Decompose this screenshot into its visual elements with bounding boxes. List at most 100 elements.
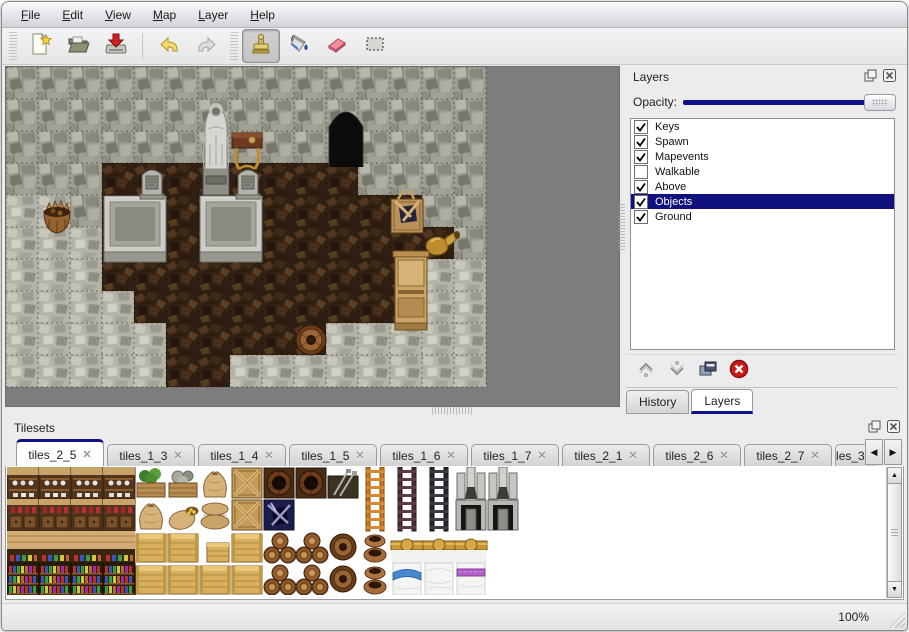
tileset-tab-tiles_1_4[interactable]: tiles_1_4✕: [198, 444, 286, 466]
fill-tool-button[interactable]: [280, 29, 318, 63]
new-file-button[interactable]: [21, 29, 59, 63]
tile-shelf-dishes[interactable]: [7, 467, 39, 499]
redo-button[interactable]: [188, 29, 226, 63]
layer-row-keys[interactable]: Keys: [631, 119, 894, 134]
tile-shelf-wood-top[interactable]: [39, 531, 71, 563]
opacity-slider[interactable]: [679, 93, 896, 111]
tile-arch-doorway[interactable]: [456, 500, 486, 530]
eraser-tool-button[interactable]: [318, 29, 356, 63]
float-icon[interactable]: [868, 420, 881, 433]
tileset-tab-tiles_1_7[interactable]: tiles_1_7✕: [471, 444, 559, 466]
tile-shelf-bottles[interactable]: [103, 563, 135, 595]
tile-bed-white[interactable]: [425, 563, 453, 595]
tileset-tab-tiles_1_5[interactable]: tiles_1_5✕: [289, 444, 377, 466]
layer-row-ground[interactable]: Ground: [631, 209, 894, 224]
duplicate-layer-button[interactable]: [697, 360, 719, 382]
tab-scroll-right-icon[interactable]: ▶: [884, 439, 902, 465]
tile-shelf-bottles[interactable]: [71, 563, 103, 595]
tile-crate-yellow[interactable]: [168, 534, 198, 562]
tile-shelf-wood-top[interactable]: [7, 531, 39, 563]
opacity-slider-handle[interactable]: [864, 94, 896, 111]
stamp-tool-button[interactable]: [242, 29, 280, 63]
tile-crate-yellow[interactable]: [232, 534, 262, 562]
layer-visibility-checkbox[interactable]: [634, 120, 648, 134]
tile-barrel-top-dark[interactable]: [264, 468, 294, 498]
tile-crate-x[interactable]: [232, 468, 262, 498]
close-tab-icon[interactable]: ✕: [82, 448, 91, 461]
map-canvas[interactable]: [5, 66, 620, 407]
save-file-button[interactable]: [97, 29, 135, 63]
close-icon[interactable]: [883, 69, 896, 82]
close-icon[interactable]: [887, 420, 900, 433]
tile-crate-yellow[interactable]: [168, 566, 198, 594]
menu-map[interactable]: Map: [144, 5, 185, 25]
tile-crate-yellow-small[interactable]: [207, 543, 229, 562]
undo-button[interactable]: [150, 29, 188, 63]
close-tab-icon[interactable]: ✕: [537, 449, 546, 462]
close-tab-icon[interactable]: ✕: [628, 449, 637, 462]
menu-help[interactable]: Help: [241, 5, 284, 25]
layer-visibility-checkbox[interactable]: [634, 210, 648, 224]
tile-crate-yellow[interactable]: [200, 566, 230, 594]
open-file-button[interactable]: [59, 29, 97, 63]
layer-row-above[interactable]: Above: [631, 179, 894, 194]
tab-history[interactable]: History: [626, 390, 689, 414]
scrollbar-thumb[interactable]: [887, 483, 902, 582]
tile-barrel-top[interactable]: [330, 566, 356, 592]
close-tab-icon[interactable]: ✕: [446, 449, 455, 462]
layer-visibility-checkbox[interactable]: [634, 165, 648, 179]
tileset-scrollbar[interactable]: ▲ ▼: [886, 467, 902, 598]
tile-shelf-bottles[interactable]: [39, 563, 71, 595]
tile-shelf-wood-top[interactable]: [71, 531, 103, 563]
close-tab-icon[interactable]: ✕: [810, 449, 819, 462]
layer-visibility-checkbox[interactable]: [634, 180, 648, 194]
menu-layer[interactable]: Layer: [189, 5, 237, 25]
tile-shelf-drawers[interactable]: [39, 499, 71, 531]
tileset-tab-tiles_2_6[interactable]: tiles_2_6✕: [653, 444, 741, 466]
close-tab-icon[interactable]: ✕: [719, 449, 728, 462]
tile-arch-doorway[interactable]: [488, 500, 518, 530]
tile-bed-gold-frame[interactable]: [423, 539, 455, 563]
resize-grip-icon[interactable]: [889, 612, 905, 628]
tile-shelf-wood-top[interactable]: [103, 531, 135, 563]
tile-bed-gold-frame[interactable]: [391, 539, 423, 563]
menu-edit[interactable]: Edit: [53, 5, 92, 25]
menu-file[interactable]: File: [12, 5, 49, 25]
layer-row-objects[interactable]: Objects: [631, 194, 894, 209]
tile-shelf-dishes[interactable]: [103, 467, 135, 499]
tile-bed-blue[interactable]: [393, 563, 421, 595]
tile-bed-purple[interactable]: [457, 563, 485, 595]
tile-crate-blue-broken[interactable]: [264, 500, 294, 530]
tile-barrel-top[interactable]: [330, 534, 356, 560]
tile-crate-yellow[interactable]: [136, 566, 166, 594]
scroll-down-icon[interactable]: ▼: [887, 581, 902, 598]
tile-barrel-top-dark[interactable]: [296, 468, 326, 498]
lower-layer-button[interactable]: [666, 360, 688, 382]
tileset-tab-tiles_1_3[interactable]: tiles_1_3✕: [107, 444, 195, 466]
layer-row-walkable[interactable]: Walkable: [631, 164, 894, 179]
layer-visibility-checkbox[interactable]: [634, 195, 648, 209]
tileset-tab-tiles_2_1[interactable]: tiles_2_1✕: [562, 444, 650, 466]
tileset-tab-tiles_2_5[interactable]: tiles_2_5✕: [16, 439, 104, 467]
tile-shelf-bottles[interactable]: [7, 563, 39, 595]
tile-crate-x[interactable]: [232, 500, 262, 530]
close-tab-icon[interactable]: ✕: [355, 449, 364, 462]
delete-layer-button[interactable]: [728, 360, 750, 382]
close-tab-icon[interactable]: ✕: [173, 449, 182, 462]
layer-visibility-checkbox[interactable]: [634, 150, 648, 164]
menu-view[interactable]: View: [96, 5, 140, 25]
tile-bed-gold-frame[interactable]: [455, 539, 487, 563]
layer-visibility-checkbox[interactable]: [634, 135, 648, 149]
tileset-tab-tiles_1_6[interactable]: tiles_1_6✕: [380, 444, 468, 466]
tileset-canvas[interactable]: [7, 467, 551, 600]
tile-crate-yellow[interactable]: [232, 566, 262, 594]
float-icon[interactable]: [864, 69, 877, 82]
tab-scroll-left-icon[interactable]: ◀: [865, 439, 883, 465]
scroll-up-icon[interactable]: ▲: [887, 467, 902, 484]
tile-shelf-drawers[interactable]: [103, 499, 135, 531]
close-tab-icon[interactable]: ✕: [264, 449, 273, 462]
tile-shelf-drawers[interactable]: [7, 499, 39, 531]
tile-shelf-drawers[interactable]: [71, 499, 103, 531]
rect-select-tool-button[interactable]: [356, 29, 394, 63]
tileset-tab-tiles_2_7[interactable]: tiles_2_7✕: [744, 444, 832, 466]
